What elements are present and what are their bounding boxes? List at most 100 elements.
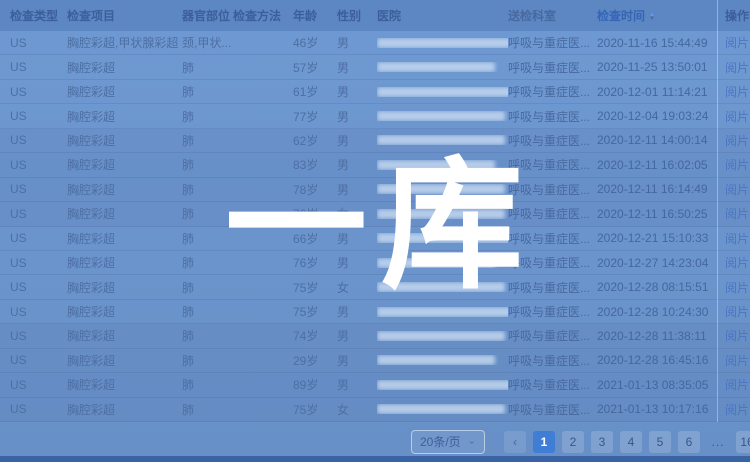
table-row[interactable]: US 胸腔彩超 肺 75岁 女 呼吸与重症医... 2021-01-13 10:… (0, 398, 750, 422)
view-film-link[interactable]: 阅片 (725, 352, 750, 369)
table-row[interactable]: US 胸腔彩超 肺 74岁 男 呼吸与重症医... 2020-12-28 11:… (0, 324, 750, 348)
exam-time-cell: 2020-12-21 15:10:33 (597, 231, 725, 245)
page-button-1[interactable]: 1 (533, 431, 555, 453)
redacted-hospital-block (377, 282, 505, 292)
exam-item-cell: 胸腔彩超 (67, 303, 182, 320)
organ-cell: 肺 (182, 352, 233, 369)
sex-cell: 男 (337, 83, 377, 100)
view-film-link[interactable]: 阅片 (725, 132, 750, 149)
redacted-hospital-block (377, 355, 495, 365)
redacted-hospital-block (377, 111, 505, 121)
exam-item-cell: 胸腔彩超,甲状腺彩超 (67, 34, 182, 51)
exam-type-cell: US (10, 182, 67, 196)
dept-cell: 呼吸与重症医... (508, 132, 597, 149)
age-cell: 83岁 (293, 156, 337, 173)
sex-cell: 男 (337, 254, 377, 271)
page-button-16[interactable]: 16 (736, 431, 750, 453)
table-row[interactable]: US 胸腔彩超 肺 76岁 男 呼吸与重症医... 2020-12-27 14:… (0, 251, 750, 275)
col-header-exam-time[interactable]: 检查时间▲▼ (597, 7, 725, 24)
view-film-link[interactable]: 阅片 (725, 303, 750, 320)
table-row[interactable]: US 胸腔彩超 肺 75岁 女 呼吸与重症医... 2020-12-28 08:… (0, 275, 750, 299)
table-row[interactable]: US 胸腔彩超,甲状腺彩超 颈,甲状... 46岁 男 呼吸与重症医... 20… (0, 31, 750, 55)
dept-cell: 呼吸与重症医... (508, 156, 597, 173)
hospital-cell (377, 331, 508, 341)
exam-item-cell: 胸腔彩超 (67, 401, 182, 418)
dept-cell: 呼吸与重症医... (508, 205, 597, 222)
exam-type-cell: US (10, 280, 67, 294)
organ-cell: 肺 (182, 303, 233, 320)
sex-cell: 男 (337, 156, 377, 173)
age-cell: 89岁 (293, 376, 337, 393)
redacted-hospital-block (377, 331, 505, 341)
table-row[interactable]: US 胸腔彩超 肺 61岁 男 呼吸与重症医... 2020-12-01 11:… (0, 80, 750, 104)
redacted-hospital-block (377, 209, 505, 219)
sex-cell: 男 (337, 59, 377, 76)
table-row[interactable]: US 胸腔彩超 肺 83岁 男 呼吸与重症医... 2020-12-11 16:… (0, 153, 750, 177)
table-row[interactable]: US 胸腔彩超 肺 76岁 女 呼吸与重症医... 2020-12-11 16:… (0, 202, 750, 226)
table-row[interactable]: US 胸腔彩超 肺 78岁 男 呼吸与重症医... 2020-12-11 16:… (0, 178, 750, 202)
prev-page-button[interactable]: ‹ (504, 431, 526, 453)
page-size-select[interactable]: 20条/页 ⌄ (411, 430, 485, 454)
organ-cell: 肺 (182, 83, 233, 100)
view-film-link[interactable]: 阅片 (725, 254, 750, 271)
table-row[interactable]: US 胸腔彩超 肺 89岁 男 呼吸与重症医... 2021-01-13 08:… (0, 373, 750, 397)
hospital-cell (377, 307, 508, 317)
dept-cell: 呼吸与重症医... (508, 376, 597, 393)
organ-cell: 颈,甲状... (182, 34, 233, 51)
exam-item-cell: 胸腔彩超 (67, 59, 182, 76)
hospital-cell (377, 233, 508, 243)
sex-cell: 女 (337, 279, 377, 296)
dept-cell: 呼吸与重症医... (508, 108, 597, 125)
page-button-3[interactable]: 3 (591, 431, 613, 453)
organ-cell: 肺 (182, 59, 233, 76)
view-film-link[interactable]: 阅片 (725, 230, 750, 247)
view-film-link[interactable]: 阅片 (725, 376, 750, 393)
view-film-link[interactable]: 阅片 (725, 279, 750, 296)
redacted-hospital-block (377, 380, 508, 390)
exam-time-cell: 2020-12-28 11:38:11 (597, 329, 725, 343)
sort-caret-down-icon[interactable]: ▼ (649, 17, 655, 21)
table-row[interactable]: US 胸腔彩超 肺 62岁 男 呼吸与重症医... 2020-12-11 14:… (0, 129, 750, 153)
view-film-link[interactable]: 阅片 (725, 181, 750, 198)
redacted-hospital-block (377, 38, 508, 48)
table-row[interactable]: US 胸腔彩超 肺 57岁 男 呼吸与重症医... 2020-11-25 13:… (0, 55, 750, 79)
view-film-link[interactable]: 阅片 (725, 156, 750, 173)
table-row[interactable]: US 胸腔彩超 肺 77岁 男 呼吸与重症医... 2020-12-04 19:… (0, 104, 750, 128)
more-pages-button[interactable]: ... (707, 431, 729, 453)
organ-cell: 肺 (182, 205, 233, 222)
view-film-link[interactable]: 阅片 (725, 108, 750, 125)
table-row[interactable]: US 胸腔彩超 肺 66岁 男 呼吸与重症医... 2020-12-21 15:… (0, 227, 750, 251)
exam-time-cell: 2020-12-28 16:45:16 (597, 353, 725, 367)
view-film-link[interactable]: 阅片 (725, 327, 750, 344)
hospital-cell (377, 282, 508, 292)
hospital-cell (377, 135, 508, 145)
sex-cell: 女 (337, 401, 377, 418)
exam-item-cell: 胸腔彩超 (67, 327, 182, 344)
view-film-link[interactable]: 阅片 (725, 83, 750, 100)
age-cell: 57岁 (293, 59, 337, 76)
exam-type-cell: US (10, 329, 67, 343)
col-header-exam-item: 检查项目 (67, 7, 182, 24)
dept-cell: 呼吸与重症医... (508, 352, 597, 369)
view-film-link[interactable]: 阅片 (725, 401, 750, 418)
exam-item-cell: 胸腔彩超 (67, 108, 182, 125)
age-cell: 66岁 (293, 230, 337, 247)
exam-item-cell: 胸腔彩超 (67, 156, 182, 173)
exam-type-cell: US (10, 305, 67, 319)
page-button-5[interactable]: 5 (649, 431, 671, 453)
table-row[interactable]: US 胸腔彩超 肺 75岁 男 呼吸与重症医... 2020-12-28 10:… (0, 300, 750, 324)
chevron-down-icon: ⌄ (468, 437, 476, 446)
age-cell: 76岁 (293, 205, 337, 222)
hospital-cell (377, 184, 508, 194)
sex-cell: 男 (337, 108, 377, 125)
view-film-link[interactable]: 阅片 (725, 205, 750, 222)
organ-cell: 肺 (182, 108, 233, 125)
table-row[interactable]: US 胸腔彩超 肺 29岁 男 呼吸与重症医... 2020-12-28 16:… (0, 349, 750, 373)
view-film-link[interactable]: 阅片 (725, 34, 750, 51)
sex-cell: 女 (337, 205, 377, 222)
sort-carets-icon[interactable]: ▲▼ (649, 13, 655, 21)
page-button-2[interactable]: 2 (562, 431, 584, 453)
view-film-link[interactable]: 阅片 (725, 59, 750, 76)
page-button-6[interactable]: 6 (678, 431, 700, 453)
page-button-4[interactable]: 4 (620, 431, 642, 453)
